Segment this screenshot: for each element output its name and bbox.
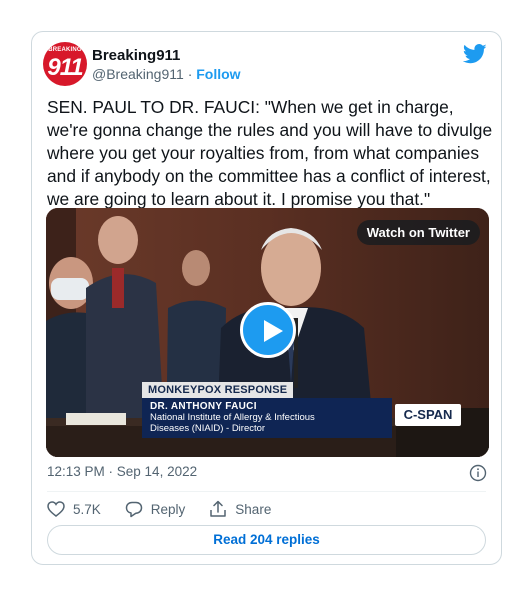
reply-bubble-icon xyxy=(125,501,143,517)
video-player[interactable]: Watch on Twitter MONKEYPOX RESPONSE DR. … xyxy=(46,208,489,457)
tweet-timestamp[interactable]: 12:13 PM · Sep 14, 2022 xyxy=(47,464,197,479)
heart-icon xyxy=(47,501,65,517)
avatar-text-small: BREAKING xyxy=(48,47,82,53)
chyron-topic: MONKEYPOX RESPONSE xyxy=(142,382,294,398)
network-logo: C-SPAN xyxy=(395,404,461,426)
watch-on-twitter-badge[interactable]: Watch on Twitter xyxy=(356,220,480,245)
like-count: 5.7K xyxy=(73,501,101,517)
tweet-text: SEN. PAUL TO DR. FAUCI: "When we get in … xyxy=(47,97,493,209)
reply-button[interactable]: Reply xyxy=(125,501,186,518)
chyron-name: DR. ANTHONY FAUCI xyxy=(150,401,257,412)
share-button[interactable]: Share xyxy=(209,500,271,518)
action-bar: 5.7K Reply Share xyxy=(47,499,295,519)
like-button[interactable]: 5.7K xyxy=(47,501,101,517)
share-upload-icon xyxy=(210,500,227,517)
play-icon xyxy=(264,320,283,342)
chyron-title-line2: Diseases (NIAID) - Director xyxy=(150,423,266,434)
divider xyxy=(47,491,486,492)
account-name[interactable]: Breaking911 xyxy=(92,47,180,64)
reply-label: Reply xyxy=(150,501,186,517)
play-button[interactable] xyxy=(240,302,296,358)
handle-line: @Breaking911 · Follow xyxy=(92,66,241,82)
tweet-card: BREAKING 911 Breaking911 @Breaking911 · … xyxy=(31,31,502,565)
read-replies-button[interactable]: Read 204 replies xyxy=(47,525,486,555)
account-handle[interactable]: @Breaking911 xyxy=(92,66,184,82)
avatar[interactable]: BREAKING 911 xyxy=(43,42,87,86)
chyron-title-line1: National Institute of Allergy & Infectio… xyxy=(150,412,315,423)
share-label: Share xyxy=(235,501,272,517)
avatar-text-big: 911 xyxy=(47,54,83,81)
separator: · xyxy=(187,66,193,82)
info-icon[interactable] xyxy=(469,464,487,482)
twitter-bird-icon[interactable] xyxy=(463,44,487,64)
chyron-lower-third: DR. ANTHONY FAUCI National Institute of … xyxy=(142,398,392,438)
follow-button[interactable]: Follow xyxy=(196,66,240,82)
